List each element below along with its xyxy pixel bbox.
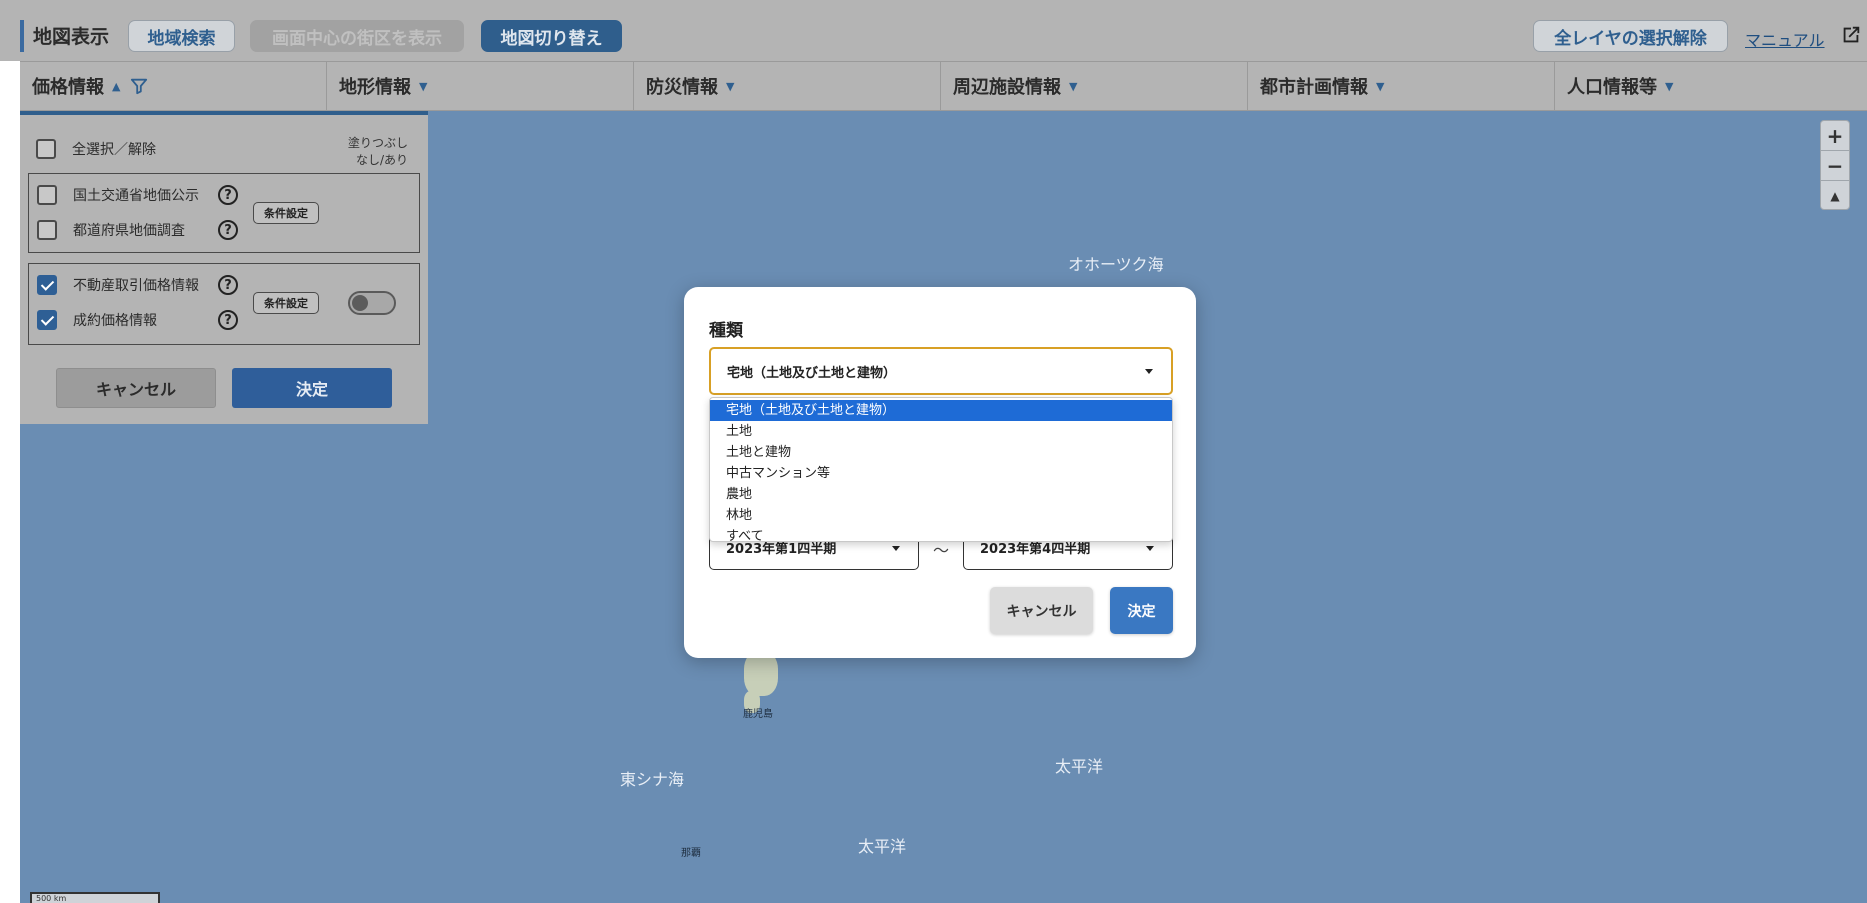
select-all-label: 全選択／解除 xyxy=(72,142,156,158)
map-scale-bar: 500 km xyxy=(30,892,160,903)
select-all-row[interactable]: 全選択／解除 xyxy=(36,139,156,159)
map-switch-button[interactable]: 地図切り替え xyxy=(481,20,622,52)
map-label-kagoshima: 鹿児島 xyxy=(743,709,773,720)
dialog-cancel-button[interactable]: キャンセル xyxy=(990,587,1093,634)
dialog-ok-button[interactable]: 決定 xyxy=(1110,587,1173,634)
condition-settings-button[interactable]: 条件設定 xyxy=(253,292,319,314)
clear-all-layers-button[interactable]: 全レイヤの選択解除 xyxy=(1533,20,1728,52)
map-label-naha: 那覇 xyxy=(681,848,701,859)
fill-toggle-switch[interactable] xyxy=(348,291,396,315)
external-link-icon[interactable] xyxy=(1840,24,1862,46)
map-label-okhotsk: オホーツク海 xyxy=(1068,255,1164,274)
caret-up-icon: ▲ xyxy=(112,79,121,93)
panel-cancel-button[interactable]: キャンセル xyxy=(56,368,216,408)
type-select-value: 宅地（土地及び土地と建物） xyxy=(727,365,897,381)
type-select[interactable]: 宅地（土地及び土地と建物） xyxy=(709,347,1173,395)
map-label-east-china-sea: 東シナ海 xyxy=(620,770,685,789)
zoom-in-button[interactable]: + xyxy=(1821,121,1849,151)
dropdown-arrow-icon xyxy=(1145,369,1153,374)
tab-label: 都市計画情報 xyxy=(1260,77,1368,98)
type-option[interactable]: 土地 xyxy=(710,421,1172,442)
page-title: 地図表示 xyxy=(33,26,110,48)
compass-north-button[interactable]: ▲ xyxy=(1821,181,1849,211)
type-options-list: 宅地（土地及び土地と建物） 土地 土地と建物 中古マンション等 農地 林地 すべ… xyxy=(709,397,1173,542)
help-icon[interactable]: ? xyxy=(218,310,238,330)
condition-settings-button[interactable]: 条件設定 xyxy=(253,202,319,224)
tab-label: 防災情報 xyxy=(646,77,718,98)
zoom-out-button[interactable]: − xyxy=(1821,151,1849,181)
caret-down-icon: ▼ xyxy=(1665,79,1674,93)
type-option[interactable]: すべて xyxy=(710,526,1172,541)
zoom-control: + − ▲ xyxy=(1820,120,1850,210)
tab-price-info[interactable]: 価格情報 ▲ xyxy=(20,62,327,110)
tab-terrain-info[interactable]: 地形情報 ▼ xyxy=(327,62,634,110)
tab-nearby-facilities[interactable]: 周辺施設情報 ▼ xyxy=(941,62,1248,110)
type-select-dialog: 種類 宅地（土地及び土地と建物） 2023年第1四半期 ～ 2023年第4四半期… xyxy=(684,287,1196,658)
checkbox-row[interactable]: 成約価格情報 xyxy=(37,310,157,330)
filter-icon[interactable] xyxy=(130,77,148,95)
title-accent-bar xyxy=(20,20,24,52)
help-icon[interactable]: ? xyxy=(218,275,238,295)
help-icon[interactable]: ? xyxy=(218,220,238,240)
price-info-panel: 全選択／解除 塗りつぶし なし/あり 国土交通省地価公示 都道府県地価調査 ? … xyxy=(20,111,428,424)
type-option[interactable]: 中古マンション等 xyxy=(710,463,1172,484)
checkbox-label: 不動産取引価格情報 xyxy=(73,278,199,294)
caret-down-icon: ▼ xyxy=(726,79,735,93)
checkbox-row[interactable]: 国土交通省地価公示 xyxy=(37,185,199,205)
tab-disaster-info[interactable]: 防災情報 ▼ xyxy=(634,62,941,110)
transaction-price-group: 不動産取引価格情報 成約価格情報 ? ? 条件設定 xyxy=(28,263,420,345)
checkbox-row[interactable]: 都道府県地価調査 xyxy=(37,220,185,240)
public-price-group: 国土交通省地価公示 都道府県地価調査 ? ? 条件設定 xyxy=(28,173,420,253)
tab-urban-planning[interactable]: 都市計画情報 ▼ xyxy=(1248,62,1555,110)
manual-link[interactable]: マニュアル xyxy=(1745,27,1825,51)
map-label-pacific: 太平洋 xyxy=(858,837,907,856)
checkbox-row[interactable]: 不動産取引価格情報 xyxy=(37,275,199,295)
dialog-title: 種類 xyxy=(709,321,743,341)
checkbox-label: 都道府県地価調査 xyxy=(73,223,185,239)
type-option[interactable]: 農地 xyxy=(710,484,1172,505)
fill-toggle-header: 塗りつぶし なし/あり xyxy=(348,135,408,169)
dropdown-arrow-icon xyxy=(1146,545,1154,551)
contract-price-checkbox[interactable] xyxy=(37,310,57,330)
tab-population-info[interactable]: 人口情報等 ▼ xyxy=(1555,62,1867,110)
checkbox-label: 国土交通省地価公示 xyxy=(73,188,199,204)
type-option[interactable]: 宅地（土地及び土地と建物） xyxy=(710,400,1172,421)
real-estate-transaction-checkbox[interactable] xyxy=(37,275,57,295)
caret-down-icon: ▼ xyxy=(1069,79,1078,93)
map-label-pacific: 太平洋 xyxy=(1055,757,1104,776)
help-icon[interactable]: ? xyxy=(218,185,238,205)
layer-tab-row: 価格情報 ▲ 地形情報 ▼ 防災情報 ▼ 周辺施設情報 ▼ 都市計画情報 ▼ 人… xyxy=(20,61,1867,111)
checkbox-label: 成約価格情報 xyxy=(73,313,157,329)
caret-down-icon: ▼ xyxy=(419,79,428,93)
tab-label: 周辺施設情報 xyxy=(953,77,1061,98)
type-option[interactable]: 林地 xyxy=(710,505,1172,526)
fill-label-line2: なし/あり xyxy=(355,153,408,167)
top-toolbar: 地図表示 地域検索 画面中心の街区を表示 地図切り替え 全レイヤの選択解除 マニ… xyxy=(0,0,1867,61)
tab-label: 価格情報 xyxy=(32,77,104,98)
region-search-button[interactable]: 地域検索 xyxy=(128,20,235,52)
caret-down-icon: ▼ xyxy=(1376,79,1385,93)
fill-label-line1: 塗りつぶし xyxy=(347,136,408,150)
show-center-block-button[interactable]: 画面中心の街区を表示 xyxy=(250,20,464,52)
prefecture-land-survey-checkbox[interactable] xyxy=(37,220,57,240)
panel-ok-button[interactable]: 決定 xyxy=(232,368,392,408)
tab-label: 人口情報等 xyxy=(1567,77,1657,98)
select-all-checkbox[interactable] xyxy=(36,139,56,159)
mlit-land-price-checkbox[interactable] xyxy=(37,185,57,205)
dropdown-arrow-icon xyxy=(892,545,900,551)
tab-label: 地形情報 xyxy=(339,77,411,98)
type-option[interactable]: 土地と建物 xyxy=(710,442,1172,463)
